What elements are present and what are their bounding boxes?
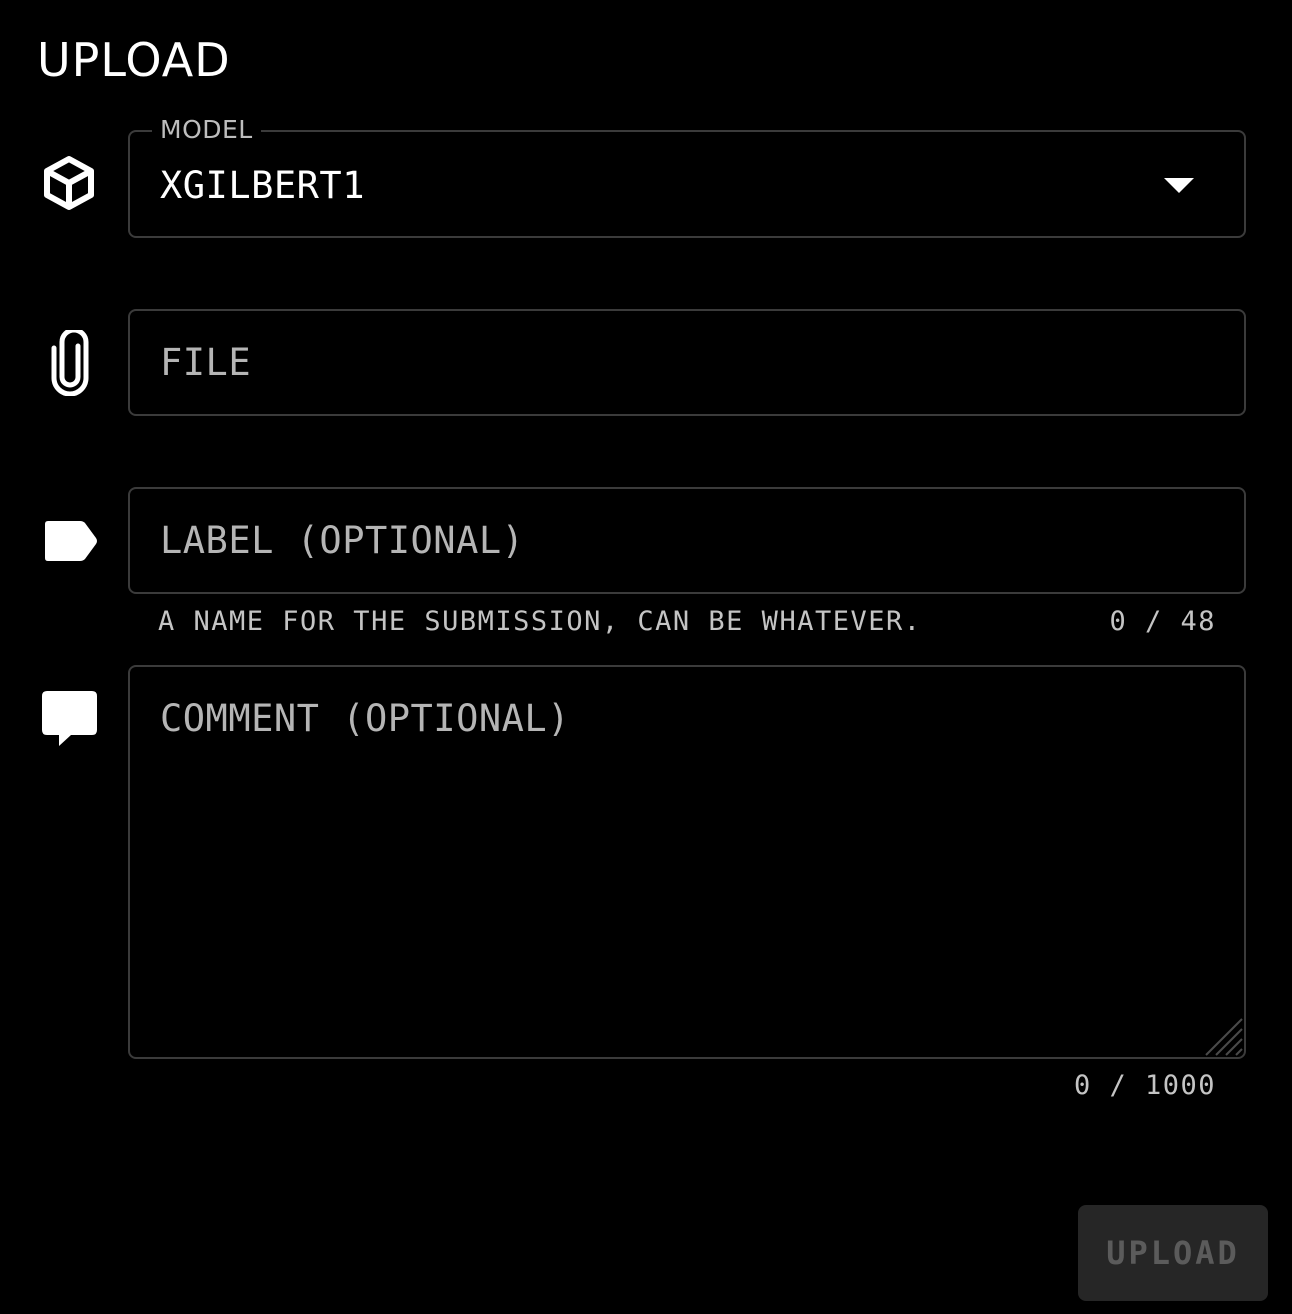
caret-down-icon[interactable] — [1164, 178, 1194, 193]
label-input[interactable]: LABEL (OPTIONAL) — [128, 487, 1246, 594]
model-select-legend: MODEL — [152, 116, 261, 144]
resize-handle-icon[interactable] — [1204, 1017, 1244, 1057]
model-select-value: XGILBERT1 — [160, 164, 365, 207]
paperclip-icon — [51, 330, 89, 396]
model-select[interactable]: MODEL XGILBERT1 — [128, 116, 1246, 238]
upload-button[interactable]: UPLOAD — [1078, 1205, 1268, 1301]
comment-char-counter: 0 / 1000 — [1073, 1070, 1216, 1101]
label-char-counter: 0 / 48 — [1109, 606, 1216, 637]
label-input-placeholder: LABEL (OPTIONAL) — [160, 519, 525, 562]
page-title: UPLOAD — [37, 33, 231, 87]
comment-icon — [42, 691, 97, 746]
comment-textarea-placeholder: COMMENT (OPTIONAL) — [160, 697, 570, 740]
cube-icon — [44, 156, 94, 210]
file-input[interactable]: FILE — [128, 309, 1246, 416]
file-input-placeholder: FILE — [160, 341, 252, 384]
tag-icon — [45, 521, 97, 561]
label-helper-text: A NAME FOR THE SUBMISSION, CAN BE WHATEV… — [158, 606, 922, 637]
comment-textarea[interactable]: COMMENT (OPTIONAL) — [128, 665, 1246, 1059]
